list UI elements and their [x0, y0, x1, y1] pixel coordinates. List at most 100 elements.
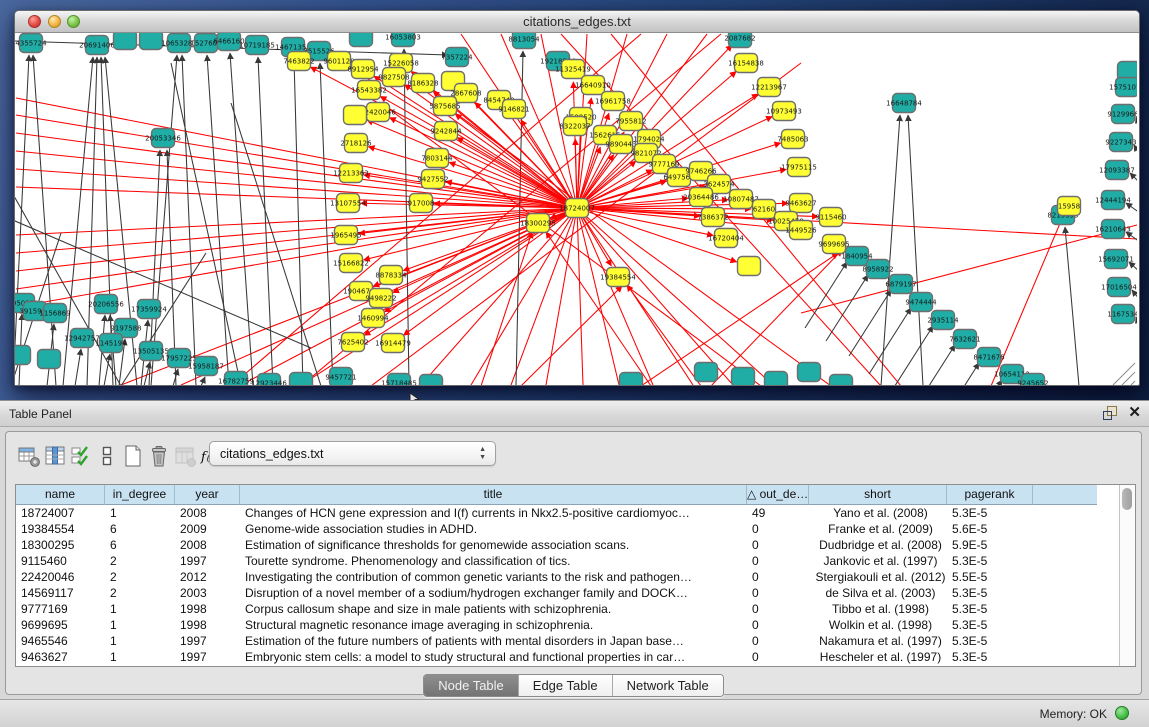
table-cell[interactable]: 2008: [175, 537, 240, 553]
graph-node[interactable]: 4355724: [15, 34, 47, 53]
table-row[interactable]: 946554611997Estimation of the future num…: [16, 633, 1120, 649]
scrollbar-thumb[interactable]: [1122, 488, 1132, 510]
black-edge[interactable]: [320, 63, 333, 385]
black-edge[interactable]: [937, 363, 979, 385]
table-cell[interactable]: 9465546: [16, 633, 105, 649]
graph-node[interactable]: 12444194: [1095, 191, 1131, 210]
column-header-year[interactable]: year: [175, 485, 240, 505]
graph-node[interactable]: 9457721: [325, 368, 356, 386]
black-edge[interactable]: [1136, 317, 1137, 327]
black-edge[interactable]: [881, 115, 900, 385]
table-cell[interactable]: Embryonic stem cells: a model to study s…: [240, 649, 747, 665]
graph-node[interactable]: 8958922: [862, 260, 893, 279]
graph-node[interactable]: [830, 375, 853, 386]
graph-node[interactable]: [738, 257, 761, 276]
combobox-stepper-icon[interactable]: ▲▼: [479, 446, 486, 462]
table-cell[interactable]: Stergiakouli et al. (2012): [809, 569, 947, 585]
graph-node[interactable]: 9129966: [1107, 105, 1137, 124]
table-cell[interactable]: 9777169: [16, 601, 105, 617]
table-cell[interactable]: Dudbridge et al. (2008): [809, 537, 947, 553]
graph-node[interactable]: 8813054: [508, 33, 540, 49]
window-resize-grip[interactable]: [1131, 381, 1135, 385]
black-edge[interactable]: [913, 345, 955, 385]
table-cell[interactable]: Estimation of significance thresholds fo…: [240, 537, 747, 553]
table-cell[interactable]: Yano et al. (2008): [809, 505, 947, 521]
graph-node[interactable]: 1167534: [1107, 305, 1137, 324]
table-cell[interactable]: Franke et al. (2009): [809, 521, 947, 537]
graph-node[interactable]: 7632621: [949, 330, 980, 349]
table-cell[interactable]: 1: [105, 601, 175, 617]
table-cell[interactable]: Tibbo et al. (1998): [809, 601, 947, 617]
graph-node[interactable]: 8471676: [973, 348, 1005, 367]
table-cell[interactable]: Jankovic et al. (1997): [809, 553, 947, 569]
graph-node[interactable]: [350, 33, 373, 47]
red-edge[interactable]: [16, 169, 577, 208]
table-cell[interactable]: Disruption of a novel member of a sodium…: [240, 585, 747, 601]
black-edge[interactable]: [1065, 227, 1079, 385]
table-cell[interactable]: 0: [747, 649, 809, 665]
graph-node[interactable]: 12213967: [751, 78, 787, 97]
black-edge[interactable]: [1136, 117, 1137, 127]
black-edge[interactable]: [1126, 203, 1137, 213]
table-row[interactable]: 977716911998Corpus callosum shape and si…: [16, 601, 1120, 617]
show-columns-icon[interactable]: [42, 443, 67, 469]
graph-node[interactable]: [732, 368, 755, 386]
table-cell[interactable]: 0: [747, 521, 809, 537]
column-header-filler[interactable]: [1033, 485, 1097, 505]
graph-node[interactable]: 15958: [1058, 197, 1081, 216]
select-rows-icon[interactable]: [68, 443, 93, 469]
red-edge[interactable]: [577, 208, 583, 385]
graph-node[interactable]: 7463822: [283, 52, 314, 71]
graph-node[interactable]: 20206556: [88, 295, 124, 314]
graph-node[interactable]: 16154838: [728, 54, 764, 73]
graph-node[interactable]: 1449526: [785, 221, 817, 240]
table-cell[interactable]: 22420046: [16, 569, 105, 585]
table-cell[interactable]: de Silva et al. (2003): [809, 585, 947, 601]
black-edge[interactable]: [151, 55, 177, 385]
table-cell[interactable]: 1997: [175, 649, 240, 665]
table-cell[interactable]: 0: [747, 585, 809, 601]
graph-node[interactable]: 7357224: [441, 48, 473, 67]
close-panel-icon[interactable]: ✕: [1128, 405, 1141, 420]
table-selector-combobox[interactable]: citations_edges.txt ▲▼: [209, 441, 496, 466]
table-cell[interactable]: Structural magnetic resonance image aver…: [240, 617, 747, 633]
network-graph-svg[interactable]: 4355724206914061065328715276026466160107…: [15, 33, 1137, 385]
graph-node[interactable]: 9699695: [818, 235, 849, 254]
table-cell[interactable]: Estimation of the future numbers of pati…: [240, 633, 747, 649]
window-resize-grip[interactable]: [1113, 363, 1135, 385]
table-cell[interactable]: 1998: [175, 601, 240, 617]
graph-node[interactable]: 7485063: [777, 130, 808, 149]
table-cell[interactable]: Genome-wide association studies in ADHD.: [240, 521, 747, 537]
red-edge[interactable]: [801, 225, 1137, 313]
column-header-pagerank[interactable]: pagerank: [947, 485, 1033, 505]
table-cell[interactable]: 0: [747, 601, 809, 617]
graph-node[interactable]: 62160: [753, 200, 776, 219]
tab-edge-table[interactable]: Edge Table: [519, 675, 613, 696]
table-row[interactable]: 1456911722003Disruption of a novel membe…: [16, 585, 1120, 601]
graph-node[interactable]: 9463627: [785, 194, 816, 213]
table-cell[interactable]: Nakamura et al. (1997): [809, 633, 947, 649]
graph-node[interactable]: 8878334: [375, 266, 407, 285]
table-cell[interactable]: 2: [105, 553, 175, 569]
table-cell[interactable]: 1998: [175, 617, 240, 633]
graph-node[interactable]: 10973493: [766, 102, 802, 121]
table-cell[interactable]: 2: [105, 585, 175, 601]
graph-node[interactable]: 1156869: [39, 304, 70, 323]
node-table[interactable]: namein_degreeyeartitle△ out_de…shortpage…: [15, 484, 1136, 667]
graph-node[interactable]: 9474444: [905, 293, 937, 312]
delete-table-icon[interactable]: [146, 443, 171, 469]
graph-node[interactable]: 12093387: [1099, 161, 1135, 180]
delete-column-disabled-icon[interactable]: [172, 443, 197, 469]
float-panel-icon[interactable]: [1103, 405, 1118, 420]
graph-node[interactable]: [344, 106, 367, 125]
black-edge[interactable]: [230, 53, 253, 385]
graph-node[interactable]: 9498222: [365, 289, 396, 308]
table-cell[interactable]: 5.3E-5: [947, 505, 1033, 521]
table-cell[interactable]: 9463627: [16, 649, 105, 665]
graph-node[interactable]: 15751074: [1109, 78, 1137, 97]
table-cell[interactable]: 1: [105, 617, 175, 633]
table-vertical-scrollbar[interactable]: [1119, 485, 1135, 666]
table-cell[interactable]: Hescheler et al. (1997): [809, 649, 947, 665]
black-edge[interactable]: [869, 308, 911, 374]
graph-node[interactable]: 20053346: [145, 129, 181, 148]
